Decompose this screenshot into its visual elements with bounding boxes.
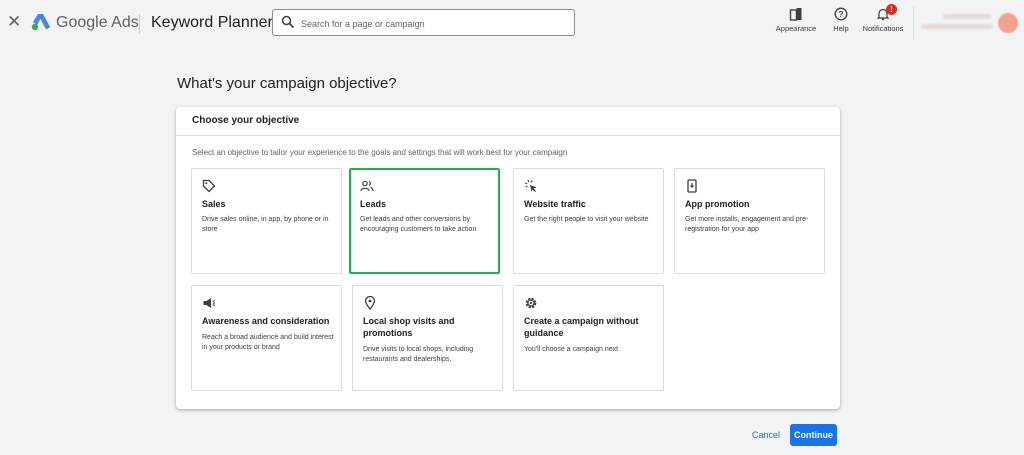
objective-card-app-promotion[interactable]: App promotion Get more installs, engagem… xyxy=(674,168,825,274)
top-bar: ✕ Google Ads Keyword Planner Appearance … xyxy=(0,0,1024,46)
notifications-label: Notifications xyxy=(862,24,904,33)
location-pin-icon xyxy=(364,296,376,310)
account-email-redacted xyxy=(921,24,993,29)
panel-heading: Choose your objective xyxy=(192,115,300,126)
objective-card-no-guidance[interactable]: Create a campaign without guidance You'l… xyxy=(513,285,664,391)
continue-button[interactable]: Continue xyxy=(790,424,837,446)
gear-icon xyxy=(525,297,537,309)
objective-description: Reach a broad audience and build interes… xyxy=(202,334,334,351)
cursor-click-icon xyxy=(524,179,537,192)
search-icon xyxy=(281,15,295,29)
tool-title: Keyword Planner xyxy=(151,14,273,31)
svg-text:?: ? xyxy=(839,10,844,19)
panel-description: Select an objective to tailor your exper… xyxy=(192,148,568,157)
objective-title: Leads xyxy=(360,199,387,209)
objective-title: Local shop visits and promotions xyxy=(363,316,455,338)
objective-title: Create a campaign without guidance xyxy=(524,316,639,338)
search-input[interactable] xyxy=(299,14,573,33)
brand-name: Google Ads xyxy=(56,14,139,31)
objective-description: Drive sales online, in app, by phone or … xyxy=(202,216,329,233)
panel-divider xyxy=(176,135,840,136)
help-button[interactable]: ? Help xyxy=(828,7,854,33)
notification-badge: ! xyxy=(886,4,897,15)
appearance-icon xyxy=(789,8,802,21)
objective-description: Get leads and other conversions by encou… xyxy=(360,216,477,233)
account-divider xyxy=(913,6,914,40)
tag-icon xyxy=(202,179,216,193)
help-label: Help xyxy=(833,24,849,33)
appearance-label: Appearance xyxy=(775,24,817,33)
objective-title: App promotion xyxy=(685,199,750,209)
people-icon xyxy=(360,180,374,192)
notifications-button[interactable]: Notifications ! xyxy=(859,4,907,33)
avatar[interactable] xyxy=(998,13,1018,33)
header-divider xyxy=(139,14,140,34)
objective-title: Sales xyxy=(202,199,226,209)
objective-card-website-traffic[interactable]: Website traffic Get the right people to … xyxy=(513,168,664,274)
megaphone-icon xyxy=(203,298,216,308)
google-ads-logo-icon xyxy=(31,14,50,31)
close-icon[interactable]: ✕ xyxy=(7,12,21,32)
objective-card-local-shop[interactable]: Local shop visits and promotions Drive v… xyxy=(352,285,503,391)
objective-card-sales[interactable]: Sales Drive sales online, in app, by pho… xyxy=(191,168,342,274)
account-id-redacted xyxy=(943,14,991,19)
objective-title: Website traffic xyxy=(524,199,586,209)
page-title: What's your campaign objective? xyxy=(177,75,397,92)
appearance-button[interactable]: Appearance xyxy=(773,7,819,33)
objective-card-awareness[interactable]: Awareness and consideration Reach a broa… xyxy=(191,285,342,391)
phone-icon xyxy=(687,179,697,193)
cancel-button[interactable]: Cancel xyxy=(744,425,788,445)
search-box[interactable] xyxy=(272,9,575,36)
objective-description: Drive visits to local shops, including r… xyxy=(363,346,474,363)
help-icon: ? xyxy=(834,7,848,21)
objective-card-leads[interactable]: Leads Get leads and other conversions by… xyxy=(349,168,500,274)
objective-panel: Choose your objective Select an objectiv… xyxy=(176,107,840,409)
objective-title: Awareness and consideration xyxy=(202,316,330,326)
objective-description: You'll choose a campaign next xyxy=(524,346,619,353)
objective-description: Get more installs, engagement and pre-re… xyxy=(685,216,809,233)
objective-description: Get the right people to visit your websi… xyxy=(524,216,649,223)
